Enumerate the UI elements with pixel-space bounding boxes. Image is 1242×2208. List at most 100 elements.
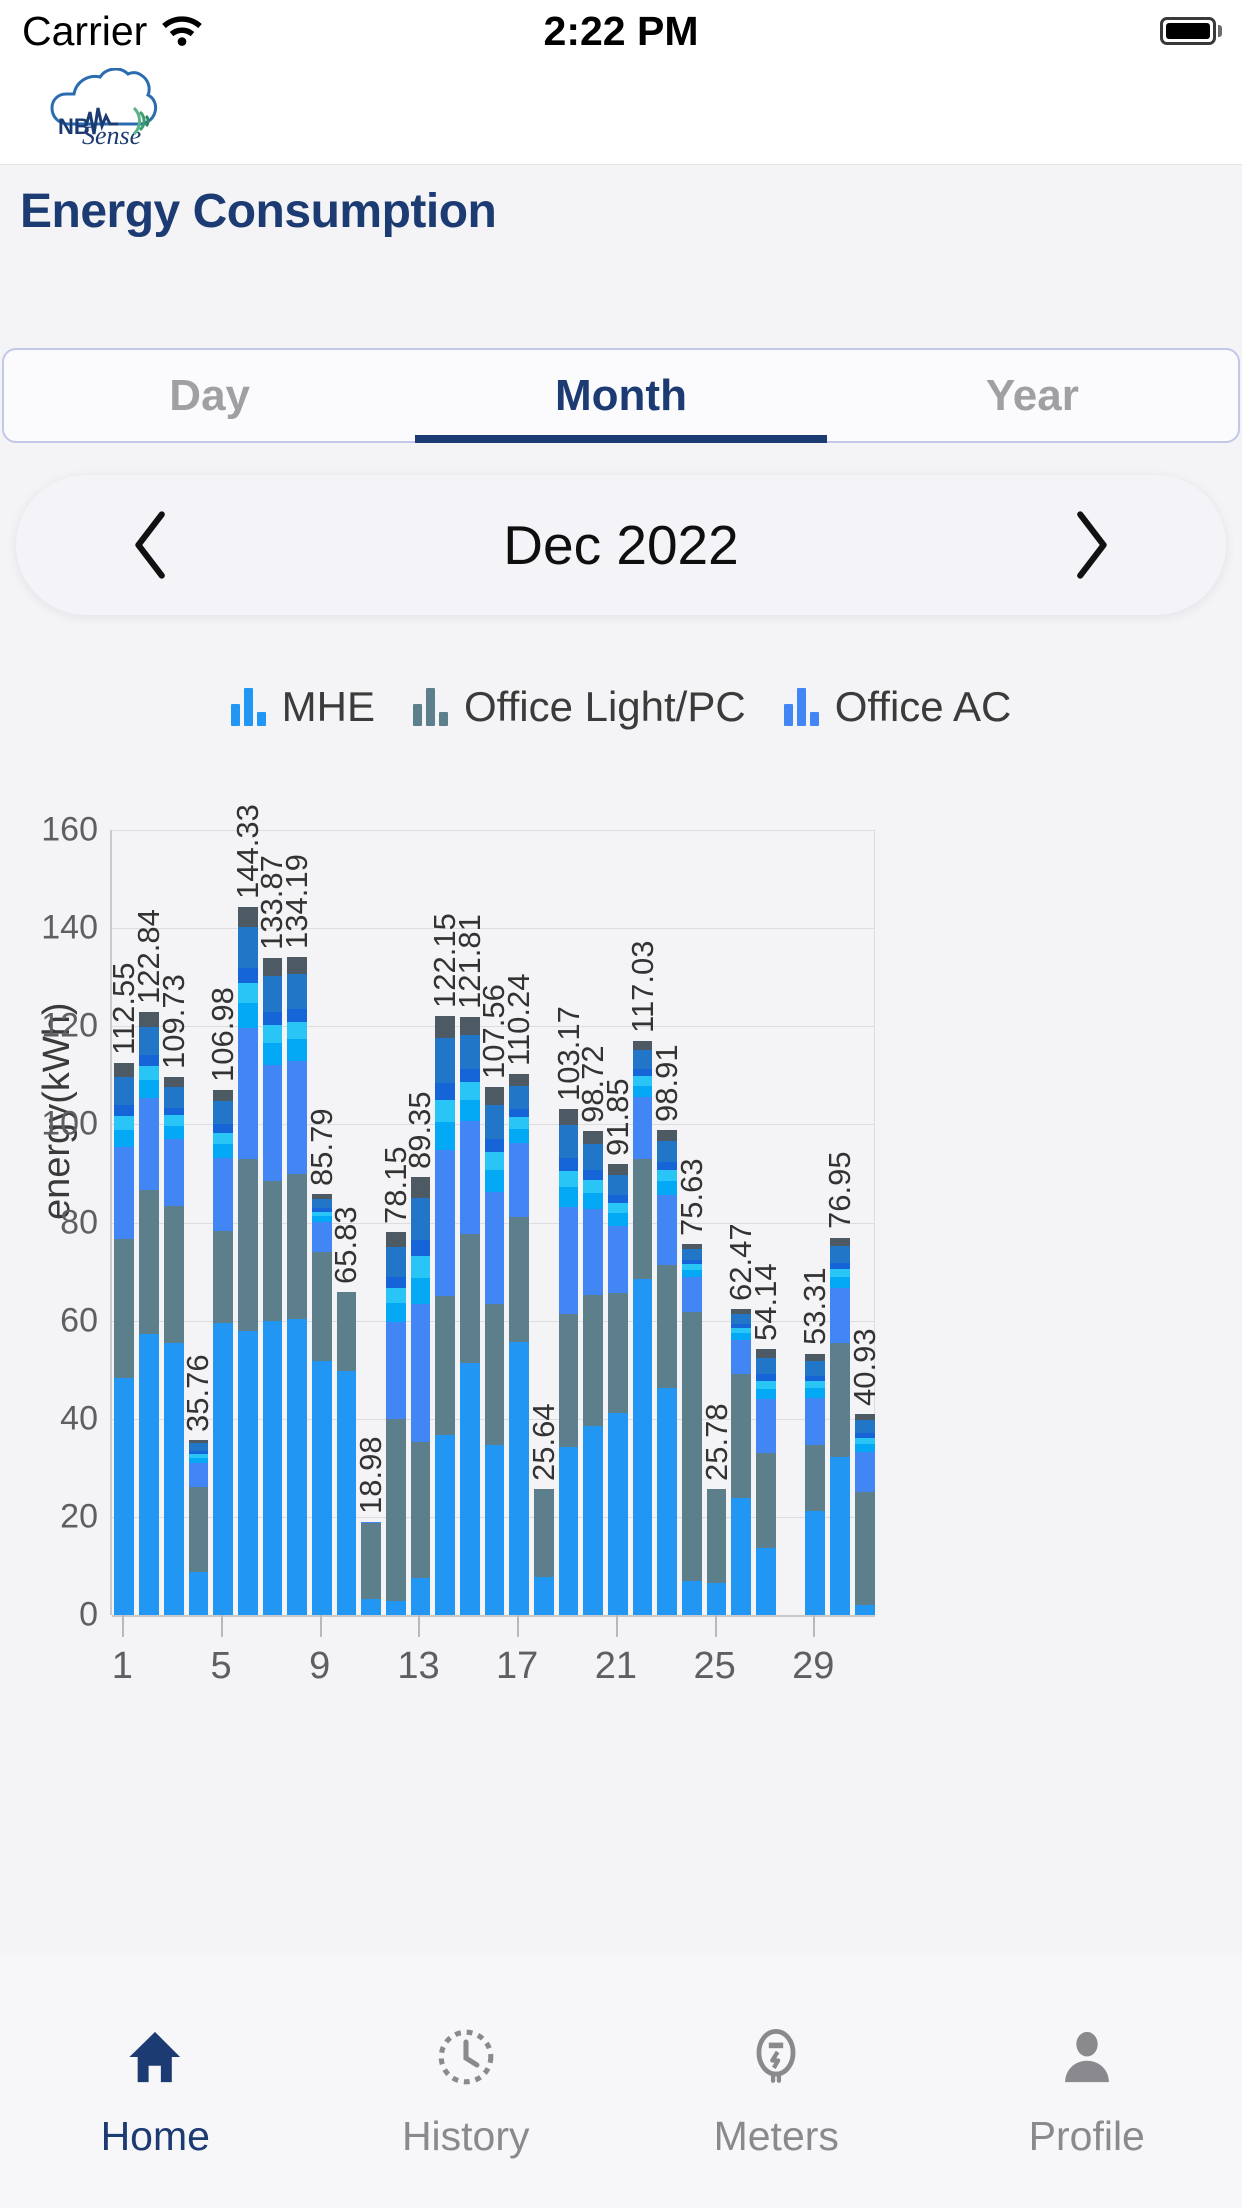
bar-segment-office-ac <box>558 1125 579 1159</box>
bar-segment-office-ac <box>410 1176 431 1198</box>
bar-value-label: 25.78 <box>698 1402 734 1481</box>
x-axis-tick <box>615 1615 618 1637</box>
bar-segment-office-ac <box>854 1420 875 1433</box>
chart-bar[interactable]: 91.85 <box>600 1079 635 1615</box>
bar-segment-office-ac <box>262 1043 283 1066</box>
bar-segment-office-ac <box>583 1170 604 1180</box>
x-axis-tick-label: 5 <box>210 1645 232 1687</box>
bar-segment-office-ac <box>385 1302 406 1322</box>
chart-bar[interactable]: 112.55 <box>106 962 141 1615</box>
chart-bar[interactable]: 121.81 <box>452 915 487 1615</box>
tab-day[interactable]: Day <box>4 350 415 441</box>
x-axis-tick-label: 29 <box>792 1645 835 1687</box>
chart-bar[interactable]: 89.35 <box>402 1091 437 1615</box>
bar-segment-office-ac <box>682 1269 702 1277</box>
bar-value-label: 65.83 <box>328 1206 364 1285</box>
bar-value-label: 91.85 <box>599 1078 635 1157</box>
legend-label-office-ac: Office AC <box>834 683 1012 730</box>
chart-bar[interactable]: 35.76 <box>180 1354 215 1615</box>
chart-bar[interactable]: 117.03 <box>625 940 660 1615</box>
nav-item-history[interactable]: History <box>311 1955 622 2208</box>
chart-bar[interactable]: 107.56 <box>476 984 511 1615</box>
bar-segment-office-ac <box>163 1087 184 1108</box>
bar-segment-mhe <box>558 1446 579 1615</box>
bar-segment-mhe <box>385 1600 406 1615</box>
chart-bar[interactable]: 133.87 <box>254 855 289 1615</box>
x-axis: 1 5 9 13 17 21 25 29 <box>110 1615 875 1705</box>
bar-segment-office-ac <box>682 1276 702 1312</box>
bar-segment-office-ac <box>484 1152 505 1170</box>
bar-segment-mhe <box>533 1576 554 1615</box>
chart-bar[interactable]: 53.31 <box>797 1268 832 1615</box>
y-axis-tick-label: 120 <box>41 1006 98 1045</box>
x-axis-tick-label: 21 <box>594 1645 638 1687</box>
bar-segment-mhe <box>435 1435 455 1615</box>
nav-item-home[interactable]: Home <box>0 1955 311 2208</box>
chevron-right-icon[interactable] <box>1036 475 1146 615</box>
chart-bar[interactable]: 122.15 <box>427 913 462 1615</box>
tab-year[interactable]: Year <box>827 350 1238 441</box>
x-axis-tick-label: 1 <box>111 1645 133 1687</box>
chart-bar[interactable]: 76.95 <box>822 1152 857 1615</box>
nav-item-profile[interactable]: Profile <box>932 1955 1242 2208</box>
nav-item-meters[interactable]: Meters <box>621 1955 932 2208</box>
bar-segment-office-light-pc <box>854 1491 875 1605</box>
chart-bar[interactable]: 62.47 <box>723 1223 758 1615</box>
bar-segment-office-ac <box>756 1399 776 1454</box>
chart-bar[interactable]: 109.73 <box>156 974 191 1615</box>
nav-label-history: History <box>401 2113 530 2159</box>
bar-segment-office-ac <box>237 982 258 1003</box>
legend-item-office-light-pc[interactable]: Office Light/PC <box>413 683 746 731</box>
bar-segment-office-ac <box>262 1011 283 1026</box>
period-selector: Dec 2022 <box>16 475 1226 615</box>
bar-segment-office-ac <box>459 1082 480 1100</box>
home-icon <box>119 2021 191 2093</box>
chart-bar[interactable]: 40.93 <box>847 1329 882 1615</box>
bar-segment-office-ac <box>114 1105 135 1116</box>
bar-segment-office-ac <box>509 1108 530 1118</box>
bar-segment-office-ac <box>830 1269 850 1278</box>
y-axis-tick-label: 80 <box>60 1203 98 1241</box>
bar-segment-office-ac <box>435 1099 455 1123</box>
bar-segment-office-ac <box>805 1388 826 1398</box>
bar-segment-office-ac <box>583 1193 604 1210</box>
legend-item-office-ac[interactable]: Office AC <box>783 683 1012 731</box>
chart-bar[interactable]: 98.72 <box>575 1045 610 1615</box>
chart-bar[interactable]: 18.98 <box>353 1436 388 1615</box>
chart-bar[interactable]: 54.14 <box>748 1264 783 1615</box>
bar-value-label: 98.91 <box>649 1044 685 1122</box>
bar-segment-office-ac <box>509 1128 530 1143</box>
chart-bar[interactable]: 103.17 <box>551 1006 586 1615</box>
energy-chart-card: MHE Office Light/PC Office AC energy(kWh… <box>0 625 1242 1955</box>
bar-segment-office-ac <box>262 1025 283 1044</box>
chart-bar[interactable]: 134.19 <box>279 854 314 1615</box>
legend-item-mhe[interactable]: MHE <box>230 683 375 731</box>
bar-segment-office-light-pc <box>509 1217 530 1343</box>
chart-bar[interactable]: 106.98 <box>205 987 240 1615</box>
bar-segment-office-ac <box>213 1124 233 1133</box>
y-axis-tick-label: 100 <box>41 1104 98 1143</box>
chart-bar[interactable]: 122.84 <box>131 910 166 1615</box>
chart-bar[interactable]: 144.33 <box>230 804 265 1615</box>
chart-bar[interactable]: 78.15 <box>378 1146 413 1615</box>
y-axis-tick-label: 140 <box>41 908 98 947</box>
chart-bar[interactable]: 25.64 <box>526 1404 561 1615</box>
bar-segment-office-ac <box>805 1397 826 1446</box>
bar-segment-office-light-pc <box>410 1442 431 1579</box>
bar-value-label: 25.64 <box>525 1403 561 1482</box>
bar-segment-mhe <box>830 1457 850 1615</box>
chart-bar[interactable]: 25.78 <box>699 1403 734 1615</box>
bar-segment-office-ac <box>484 1104 505 1140</box>
bar-value-label: 134.19 <box>279 853 315 949</box>
bar-segment-office-ac <box>484 1191 505 1305</box>
bar-segment-office-light-pc <box>385 1419 406 1601</box>
chart-bar[interactable]: 110.24 <box>501 974 536 1615</box>
bar-segment-mhe <box>114 1378 135 1615</box>
chevron-left-icon[interactable] <box>96 475 206 615</box>
bar-segment-mhe <box>854 1604 875 1615</box>
bar-segment-office-light-pc <box>287 1173 307 1319</box>
tab-month[interactable]: Month <box>415 350 827 443</box>
bar-segment-office-light-pc <box>163 1205 184 1343</box>
bar-segment-office-ac <box>805 1360 826 1376</box>
bar-value-label: 106.98 <box>205 987 241 1083</box>
